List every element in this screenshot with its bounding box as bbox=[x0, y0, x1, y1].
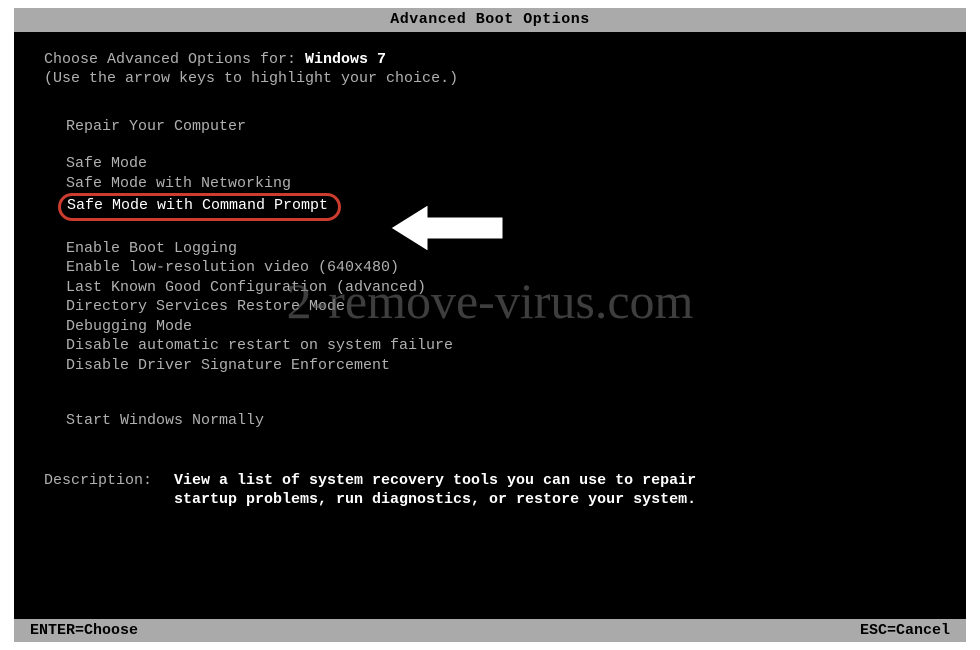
menu-start-normal[interactable]: Start Windows Normally bbox=[66, 411, 264, 431]
footer-bar: ENTER=Choose ESC=Cancel bbox=[14, 619, 966, 643]
menu-debugging[interactable]: Debugging Mode bbox=[66, 317, 192, 337]
os-name: Windows 7 bbox=[305, 51, 386, 68]
menu-boot-logging[interactable]: Enable Boot Logging bbox=[66, 239, 237, 259]
description-label: Description: bbox=[44, 471, 174, 510]
menu-disable-restart[interactable]: Disable automatic restart on system fail… bbox=[66, 336, 453, 356]
menu-safe-mode-cmd[interactable]: Safe Mode with Command Prompt bbox=[58, 193, 341, 221]
description-text: View a list of system recovery tools you… bbox=[174, 471, 936, 510]
menu-repair[interactable]: Repair Your Computer bbox=[66, 117, 246, 137]
menu-last-known[interactable]: Last Known Good Configuration (advanced) bbox=[66, 278, 426, 298]
description-line2: startup problems, run diagnostics, or re… bbox=[174, 490, 936, 510]
menu-low-res[interactable]: Enable low-resolution video (640x480) bbox=[66, 258, 399, 278]
menu-ds-restore[interactable]: Directory Services Restore Mode bbox=[66, 297, 345, 317]
choose-prompt: Choose Advanced Options for: Windows 7 bbox=[44, 50, 936, 70]
boot-screen: Advanced Boot Options Choose Advanced Op… bbox=[14, 8, 966, 642]
content-area: Choose Advanced Options for: Windows 7 (… bbox=[14, 32, 966, 510]
boot-menu[interactable]: Repair Your Computer Safe Mode Safe Mode… bbox=[66, 117, 936, 431]
footer-esc: ESC=Cancel bbox=[860, 621, 950, 641]
prompt-prefix: Choose Advanced Options for: bbox=[44, 51, 305, 68]
menu-safe-mode-networking[interactable]: Safe Mode with Networking bbox=[66, 174, 291, 194]
arrow-hint: (Use the arrow keys to highlight your ch… bbox=[44, 69, 936, 89]
description-line1: View a list of system recovery tools you… bbox=[174, 471, 936, 491]
title-bar: Advanced Boot Options bbox=[14, 8, 966, 32]
description-block: Description: View a list of system recov… bbox=[44, 471, 936, 510]
title-text: Advanced Boot Options bbox=[390, 11, 590, 28]
pointer-arrow-icon bbox=[384, 198, 514, 258]
menu-safe-mode[interactable]: Safe Mode bbox=[66, 154, 147, 174]
menu-disable-sig[interactable]: Disable Driver Signature Enforcement bbox=[66, 356, 390, 376]
footer-enter: ENTER=Choose bbox=[30, 621, 138, 641]
